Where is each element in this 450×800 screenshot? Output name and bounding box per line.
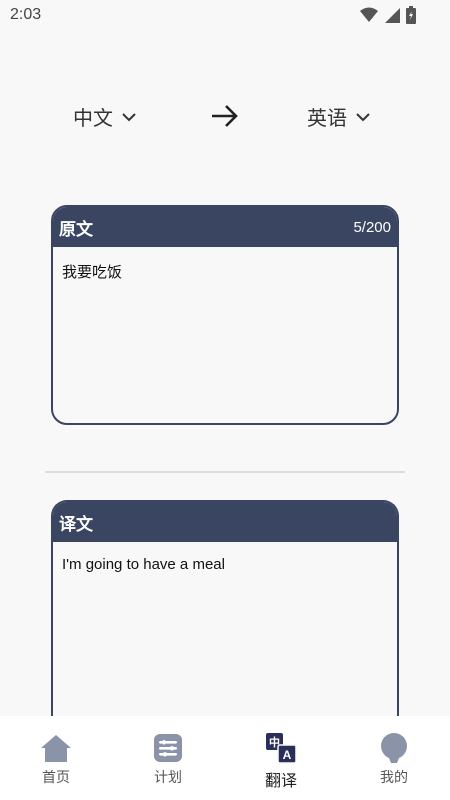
plan-icon	[154, 734, 182, 762]
source-text-input[interactable]: 我要吃饭	[53, 247, 397, 296]
target-card: 译文 I'm going to have a meal	[51, 500, 399, 740]
source-language-label: 中文	[73, 106, 113, 130]
language-bar: 中文 英语	[0, 96, 450, 136]
status-time: 2:03	[10, 6, 42, 23]
profile-icon	[381, 733, 407, 763]
status-icons	[360, 6, 416, 24]
target-card-header: 译文	[53, 502, 397, 542]
source-card: 原文 5/200 我要吃饭	[51, 205, 399, 425]
tab-home[interactable]: 首页	[16, 732, 96, 787]
status-bar: 2:03	[0, 0, 450, 30]
home-icon	[41, 735, 71, 762]
translate-icon: 中A	[266, 733, 297, 764]
translation-output: I'm going to have a meal	[62, 556, 225, 573]
divider	[45, 471, 405, 473]
tab-home-label: 首页	[42, 770, 70, 786]
target-language-select[interactable]: 英语	[307, 102, 371, 131]
target-title: 译文	[59, 514, 93, 535]
arrow-right-icon[interactable]	[209, 102, 241, 130]
source-language-select[interactable]: 中文	[73, 102, 137, 131]
target-language-label: 英语	[307, 106, 347, 130]
char-count: 5/200	[353, 218, 391, 236]
tab-translate[interactable]: 中A 翻译	[241, 732, 321, 791]
source-title: 原文	[59, 219, 93, 240]
battery-icon	[406, 6, 416, 24]
source-card-header: 原文 5/200	[53, 207, 397, 247]
tab-plan[interactable]: 计划	[128, 732, 208, 787]
wifi-icon	[360, 7, 378, 22]
tab-profile[interactable]: 我的	[354, 732, 434, 787]
svg-text:A: A	[283, 748, 292, 762]
bottom-tab-bar: 首页 计划 中A 翻译 我的	[0, 716, 450, 800]
tab-plan-label: 计划	[154, 770, 182, 786]
tab-profile-label: 我的	[380, 770, 408, 786]
chevron-down-icon	[122, 112, 136, 121]
tab-translate-label: 翻译	[264, 771, 297, 790]
signal-icon	[385, 8, 400, 23]
chevron-down-icon	[356, 112, 370, 121]
